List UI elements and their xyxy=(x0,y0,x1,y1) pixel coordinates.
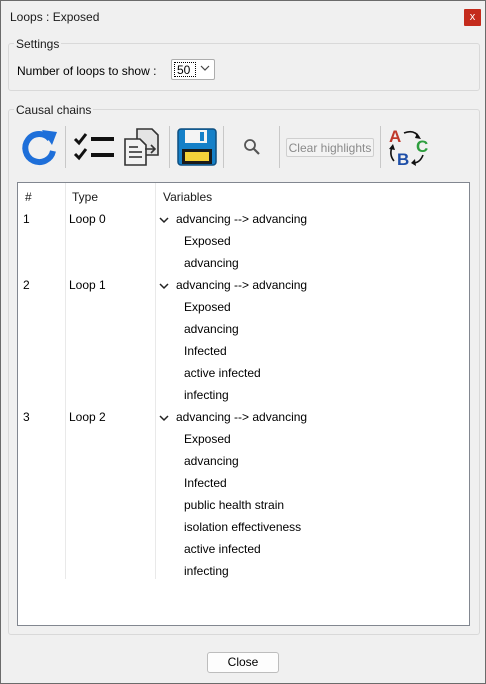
column-header-type[interactable]: Type xyxy=(72,190,98,204)
chevron-down-icon[interactable] xyxy=(159,282,169,290)
variable-item[interactable]: Infected xyxy=(184,344,227,358)
chain-label[interactable]: advancing --> advancing xyxy=(176,410,307,424)
close-button[interactable]: Close xyxy=(207,652,279,673)
search-icon xyxy=(244,139,260,155)
variable-item[interactable]: advancing xyxy=(184,256,239,270)
clear-highlights-button[interactable]: Clear highlights xyxy=(286,138,374,157)
window-close-button[interactable]: x xyxy=(464,9,481,26)
toolbar-separator xyxy=(279,126,280,168)
toolbar-separator xyxy=(380,126,381,168)
chevron-down-icon[interactable] xyxy=(159,414,169,422)
svg-text:B: B xyxy=(397,150,409,169)
chevron-down-icon[interactable] xyxy=(159,216,169,224)
variable-item[interactable]: advancing xyxy=(184,454,239,468)
chain-label[interactable]: advancing --> advancing xyxy=(176,212,307,226)
toolbar-separator xyxy=(65,126,66,168)
variable-item[interactable]: Exposed xyxy=(184,234,231,248)
variable-item[interactable]: infecting xyxy=(184,388,229,402)
toolbar-separator xyxy=(223,126,224,168)
variable-item[interactable]: Exposed xyxy=(184,432,231,446)
toolbar-separator xyxy=(169,126,170,168)
chevron-down-icon xyxy=(200,65,210,71)
loops-count-label: Number of loops to show : xyxy=(17,64,157,78)
row-number: 2 xyxy=(23,278,30,292)
column-divider xyxy=(155,183,156,579)
variable-item[interactable]: active infected xyxy=(184,366,261,380)
causal-chains-legend: Causal chains xyxy=(14,103,94,117)
loops-count-value: 50 xyxy=(174,62,196,77)
save-button[interactable] xyxy=(176,127,218,167)
copy-button[interactable] xyxy=(122,127,162,167)
variable-item[interactable]: Exposed xyxy=(184,300,231,314)
settings-legend: Settings xyxy=(14,37,62,51)
refresh-button[interactable] xyxy=(19,127,59,167)
variable-item[interactable]: Infected xyxy=(184,476,227,490)
title-bar: Loops : Exposed x xyxy=(1,1,485,32)
svg-text:A: A xyxy=(389,127,401,146)
loops-dialog: Loops : Exposed x Settings Number of loo… xyxy=(0,0,486,684)
row-type[interactable]: Loop 0 xyxy=(69,212,106,226)
close-icon: x xyxy=(469,11,476,23)
variable-item[interactable]: infecting xyxy=(184,564,229,578)
column-header-number[interactable]: # xyxy=(25,190,32,204)
abc-cycle-icon: A C B xyxy=(389,127,428,169)
chain-label[interactable]: advancing --> advancing xyxy=(176,278,307,292)
row-type[interactable]: Loop 2 xyxy=(69,410,106,424)
search-button[interactable] xyxy=(242,137,262,157)
variable-item[interactable]: active infected xyxy=(184,542,261,556)
refresh-icon xyxy=(22,130,57,166)
copy-document-icon xyxy=(124,128,159,166)
row-number: 3 xyxy=(23,410,30,424)
svg-text:C: C xyxy=(416,137,428,156)
column-header-variables[interactable]: Variables xyxy=(163,190,212,204)
save-disk-icon xyxy=(177,128,217,166)
row-type[interactable]: Loop 1 xyxy=(69,278,106,292)
loops-count-select[interactable]: 50 xyxy=(171,59,215,80)
row-number: 1 xyxy=(23,212,30,226)
variable-item[interactable]: isolation effectiveness xyxy=(184,520,301,534)
window-title: Loops : Exposed xyxy=(10,10,100,24)
select-loops-button[interactable] xyxy=(72,130,118,166)
column-divider xyxy=(65,183,66,579)
abc-cycle-button[interactable]: A C B xyxy=(386,125,432,169)
variable-item[interactable]: advancing xyxy=(184,322,239,336)
checklist-icon xyxy=(73,133,114,161)
causal-chains-list[interactable]: # Type Variables 1 Loop 0 advancing --> … xyxy=(17,182,470,626)
variable-item[interactable]: public health strain xyxy=(184,498,284,512)
